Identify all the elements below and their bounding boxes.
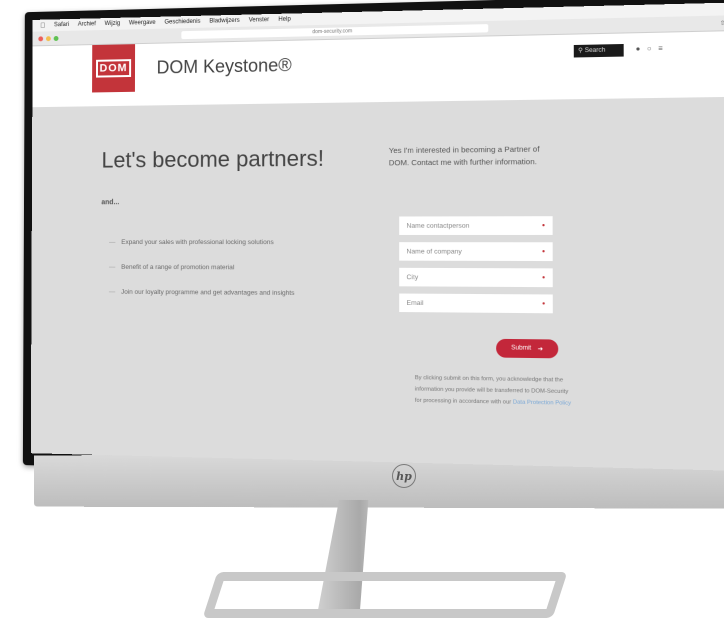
menu-icon[interactable]: ≡: [658, 45, 663, 52]
privacy-disclaimer: By clicking submit on this form, you ack…: [415, 373, 575, 410]
required-dot-icon: ●: [541, 274, 546, 281]
close-window-button[interactable]: [38, 35, 44, 41]
intro-text: and...: [101, 199, 120, 207]
company-name-field[interactable]: Name of company ●: [399, 242, 553, 262]
menu-item-archief[interactable]: Archief: [78, 21, 96, 27]
email-field[interactable]: Email ●: [399, 293, 553, 314]
share-icon[interactable]: ⇧: [720, 19, 724, 26]
minimize-window-button[interactable]: [45, 35, 51, 41]
benefit-text: Benefit of a range of promotion material: [121, 263, 235, 272]
required-dot-icon: ●: [541, 300, 546, 307]
user-icon[interactable]: ●: [636, 46, 641, 53]
menu-item-venster[interactable]: Venster: [249, 17, 269, 24]
name-contactperson-field[interactable]: Name contactperson ●: [399, 216, 553, 235]
apple-icon[interactable]: : [40, 22, 45, 29]
toolbar-icons: ⇧ □: [720, 19, 724, 26]
logo-text: DOM: [95, 59, 132, 78]
menu-item-weergave[interactable]: Weergave: [129, 20, 156, 27]
zoom-window-button[interactable]: [53, 35, 59, 41]
globe-icon[interactable]: ○: [647, 46, 652, 53]
benefit-text: Expand your sales with professional lock…: [121, 238, 274, 247]
field-placeholder: Name contactperson: [406, 222, 470, 230]
monitor-stand-base: [202, 572, 568, 618]
benefit-text: Join our loyalty programme and get advan…: [121, 288, 295, 297]
hp-logo: hp: [392, 464, 416, 488]
main-content: Let's become partners! and... — Expand yo…: [31, 97, 724, 470]
required-dot-icon: ●: [541, 248, 546, 255]
field-placeholder: Email: [406, 299, 424, 307]
field-placeholder: Name of company: [406, 247, 462, 256]
city-field[interactable]: City ●: [399, 267, 553, 288]
menu-item-help[interactable]: Help: [278, 17, 290, 23]
list-item: — Expand your sales with professional loc…: [109, 238, 274, 247]
form-intro: Yes I'm interested in becoming a Partner…: [388, 144, 540, 168]
brand-name: DOM Keystone®: [156, 54, 292, 78]
benefits-list: — Expand your sales with professional loc…: [109, 239, 295, 315]
window-controls: [38, 35, 59, 41]
menu-item-bladwijzers[interactable]: Bladwijzers: [209, 18, 239, 25]
submit-label: Submit: [511, 345, 532, 352]
search-icon: ⚲: [578, 47, 583, 55]
header-icons: ● ○ ≡: [636, 45, 663, 53]
submit-button[interactable]: Submit ➜: [496, 338, 559, 359]
list-item: — Join our loyalty programme and get adva…: [108, 288, 295, 297]
search-label: Search: [584, 47, 606, 55]
menu-item-wijzig[interactable]: Wijzig: [105, 21, 121, 27]
menu-item-safari[interactable]: Safari: [54, 22, 69, 28]
partner-form: Name contactperson ● Name of company ● C…: [399, 216, 553, 320]
menu-item-geschiedenis[interactable]: Geschiedenis: [164, 19, 200, 26]
list-item: — Benefit of a range of promotion materia…: [108, 263, 235, 272]
search-button[interactable]: ⚲ Search: [573, 43, 624, 58]
required-dot-icon: ●: [541, 222, 546, 229]
field-placeholder: City: [406, 273, 419, 281]
monitor-screen:  Safari Archief Wijzig Weergave Geschie…: [30, 2, 724, 472]
arrow-right-icon: ➜: [537, 346, 544, 353]
data-protection-link[interactable]: Data Protection Policy: [513, 399, 571, 406]
page-title: Let's become partners!: [101, 145, 325, 173]
dom-logo[interactable]: DOM: [92, 44, 136, 93]
